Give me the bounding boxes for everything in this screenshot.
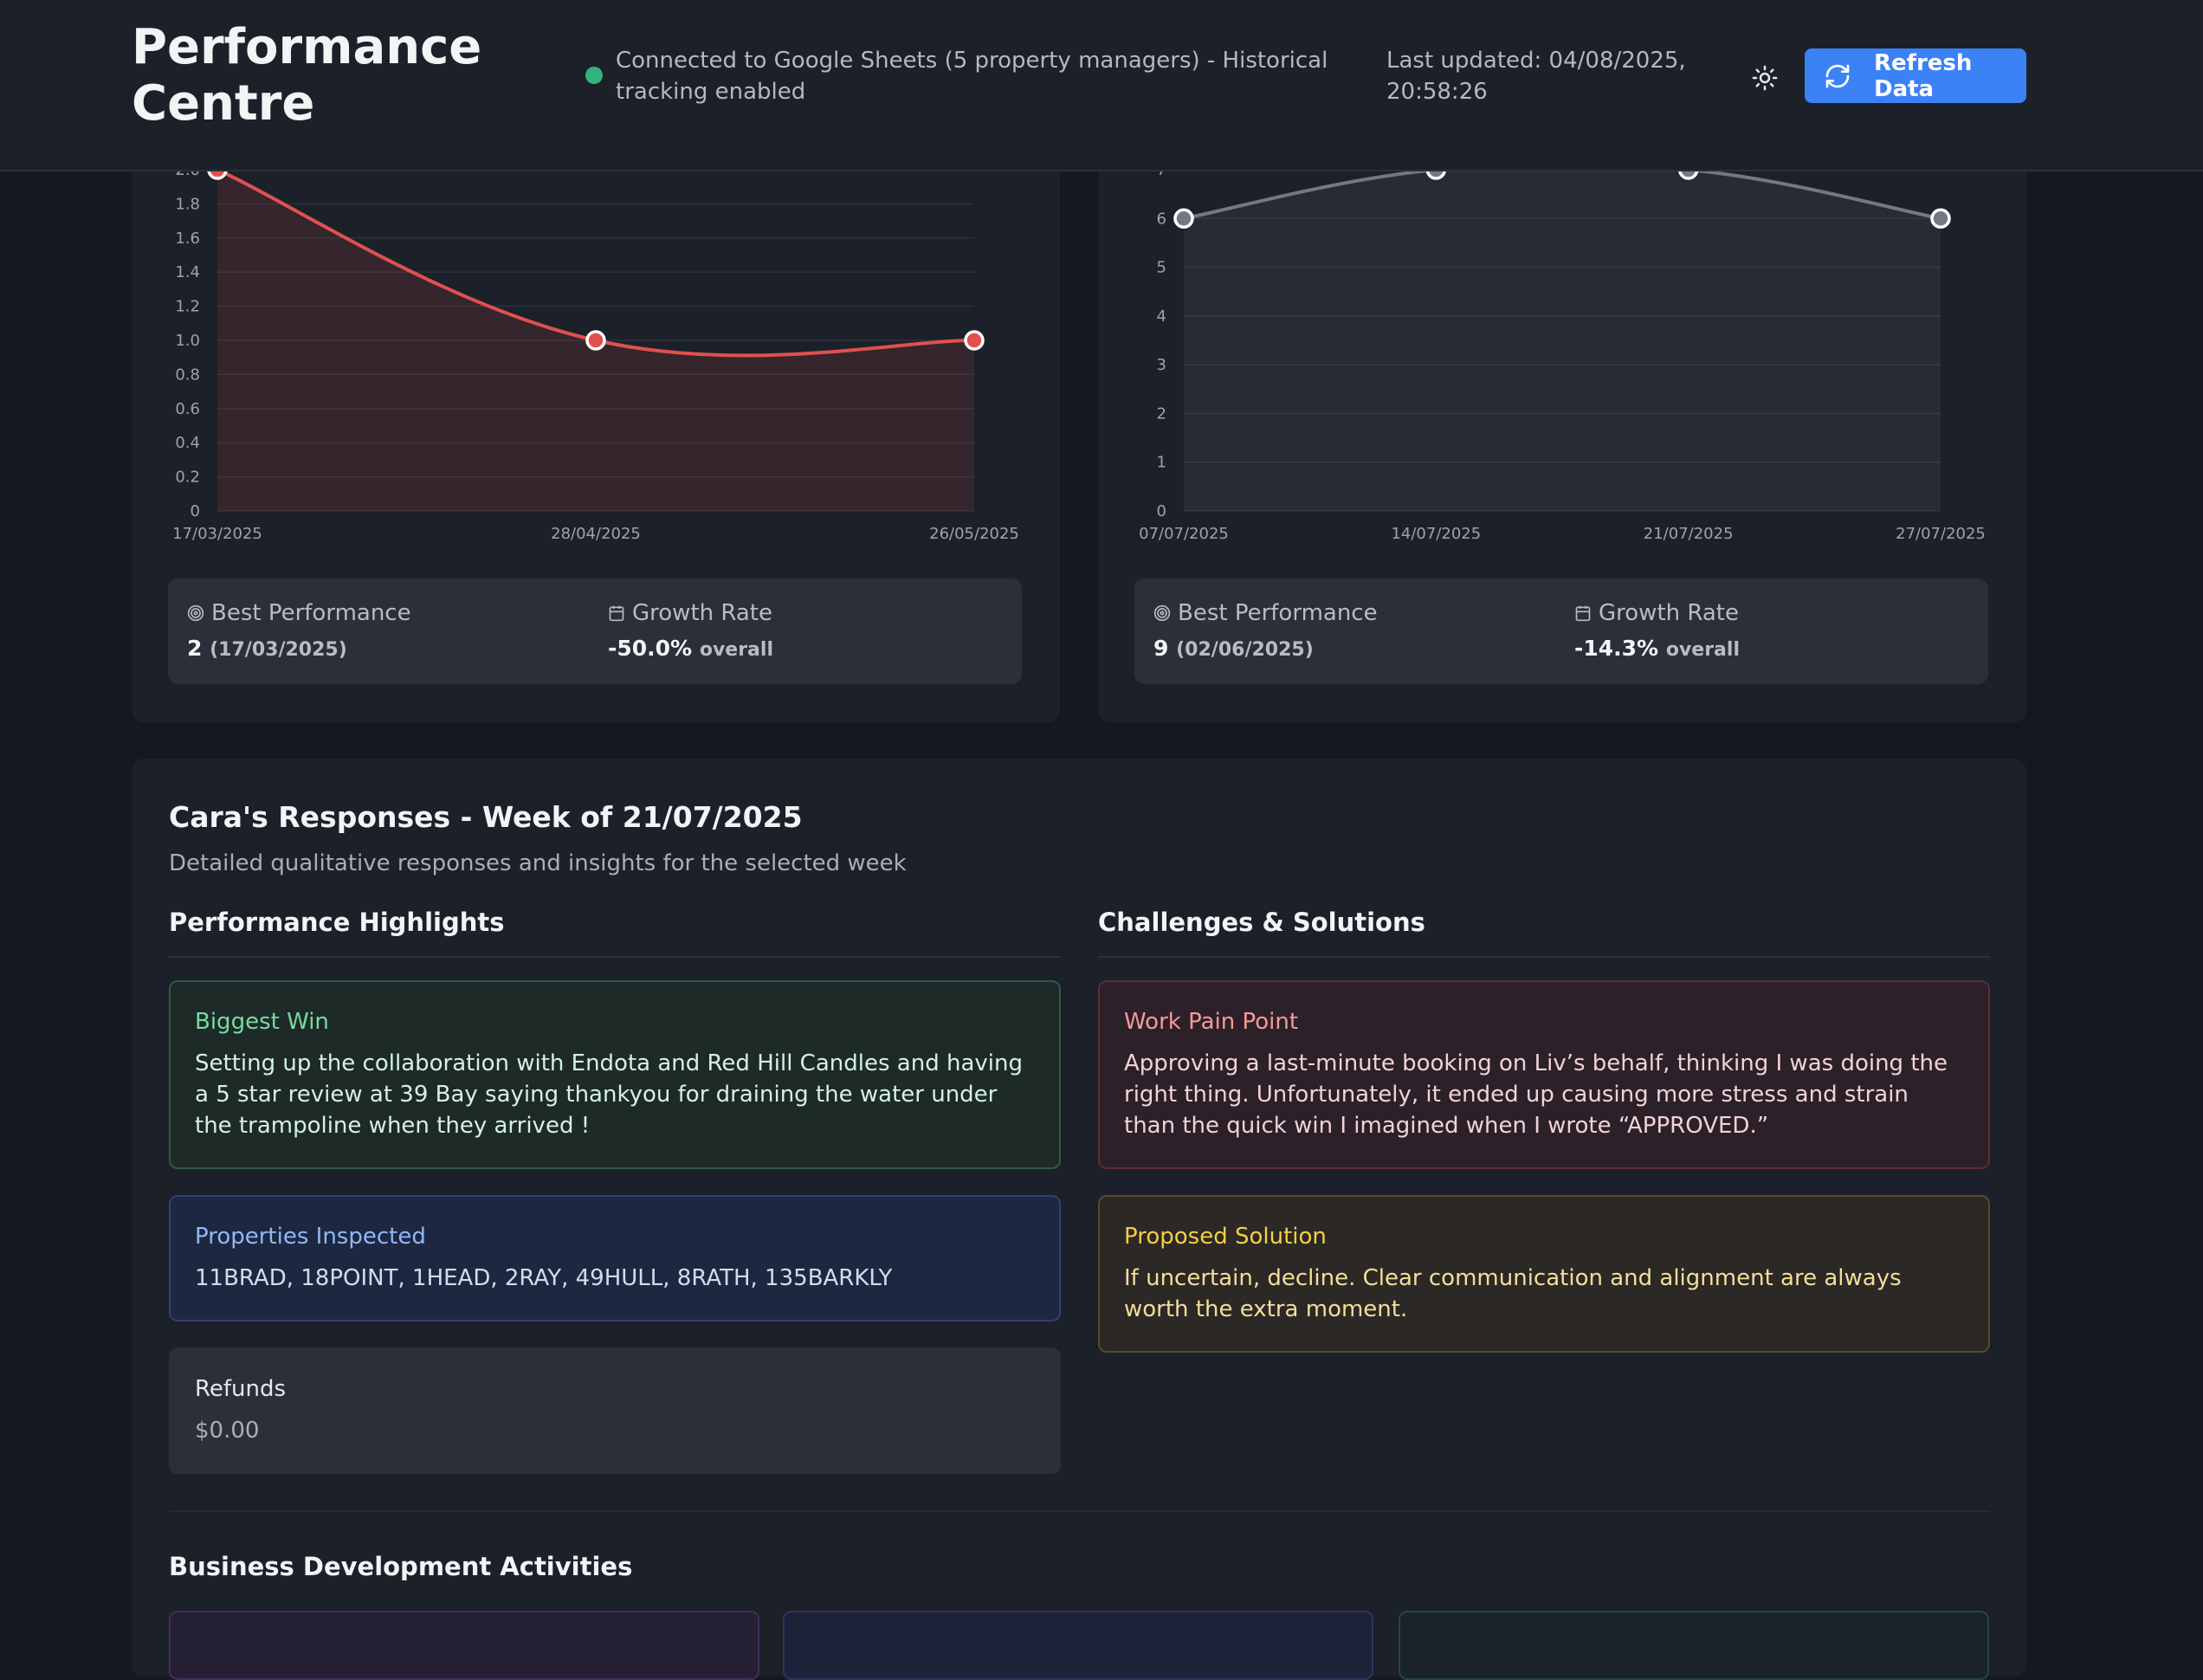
top-header: Performance Centre Connected to Google S… — [0, 0, 2203, 171]
x-tick-label: 21/07/2025 — [1644, 525, 1734, 543]
y-tick-label: 1 — [1157, 454, 1166, 472]
refresh-button-label: Refresh Data — [1874, 49, 1973, 102]
x-tick-label: 17/03/2025 — [172, 525, 262, 543]
refunds-box: Refunds $0.00 — [169, 1347, 1061, 1474]
growth-rate-label: Growth Rate — [1599, 600, 1739, 626]
sun-icon — [1752, 65, 1778, 91]
series-area — [1184, 162, 1941, 512]
refresh-data-button[interactable]: Refresh Data — [1805, 48, 2026, 103]
x-tick-label: 26/05/2025 — [929, 525, 1019, 543]
y-tick-label: 1.4 — [175, 263, 200, 281]
best-performance-label: Best Performance — [1178, 600, 1378, 626]
right-stats-panel: Best Performance 9 (02/06/2025) Growth R… — [1134, 578, 1988, 684]
refunds-title: Refunds — [195, 1376, 287, 1402]
properties-inspected-title: Properties Inspected — [195, 1224, 426, 1250]
connection-status-text: Connected to Google Sheets (5 property m… — [616, 48, 1328, 105]
business-development-heading: Business Development Activities — [169, 1552, 633, 1581]
data-point — [1173, 208, 1194, 229]
x-tick-label: 14/07/2025 — [1391, 525, 1481, 543]
y-tick-label: 1.2 — [175, 298, 200, 316]
best-performance-value: 9 — [1153, 636, 1169, 661]
data-point — [585, 330, 606, 351]
work-pain-point-box: Work Pain Point Approving a last-minute … — [1098, 980, 1990, 1169]
properties-inspected-box: Properties Inspected 11BRAD, 18POINT, 1H… — [169, 1195, 1061, 1321]
y-tick-label: 0.4 — [175, 434, 200, 452]
left-trend-chart: 00.20.40.60.81.01.21.41.61.82.017/03/202… — [172, 159, 1019, 543]
x-tick-label: 07/07/2025 — [1139, 525, 1229, 543]
target-icon — [1153, 604, 1171, 622]
proposed-solution-body: If uncertain, decline. Clear communicati… — [1124, 1265, 1902, 1322]
work-pain-point-body: Approving a last-minute booking on Liv’s… — [1124, 1050, 1948, 1139]
data-point — [1930, 208, 1951, 229]
y-tick-label: 0 — [1157, 502, 1166, 520]
best-performance-stat: Best Performance 2 (17/03/2025) — [187, 598, 411, 661]
best-performance-date: (17/03/2025) — [210, 639, 347, 661]
target-icon — [187, 604, 204, 622]
y-tick-label: 5 — [1157, 259, 1166, 277]
calendar-icon — [1575, 605, 1591, 622]
weekly-responses-card: Cara's Responses - Week of 21/07/2025 De… — [132, 759, 2026, 1680]
responses-title: Cara's Responses - Week of 21/07/2025 — [169, 800, 803, 834]
best-performance-label: Best Performance — [211, 600, 411, 626]
y-tick-label: 0 — [191, 502, 200, 520]
growth-rate-value: -50.0% — [608, 636, 693, 661]
biggest-win-title: Biggest Win — [195, 1009, 329, 1035]
y-tick-label: 2 — [1157, 404, 1166, 423]
best-performance-date: (02/06/2025) — [1176, 639, 1314, 661]
growth-rate-stat: Growth Rate -14.3% overall — [1574, 598, 1740, 661]
biggest-win-box: Biggest Win Setting up the collaboration… — [169, 980, 1061, 1169]
section-divider — [169, 1510, 1990, 1512]
responses-subtitle: Detailed qualitative responses and insig… — [169, 850, 907, 876]
refunds-value: $0.00 — [195, 1418, 260, 1444]
work-pain-point-title: Work Pain Point — [1124, 1009, 1299, 1035]
y-tick-label: 6 — [1157, 210, 1166, 228]
y-tick-label: 4 — [1157, 307, 1166, 326]
business-development-card — [783, 1611, 1373, 1680]
growth-rate-label: Growth Rate — [632, 600, 772, 626]
y-tick-label: 0.2 — [175, 468, 200, 487]
proposed-solution-box: Proposed Solution If uncertain, decline.… — [1098, 1195, 1990, 1353]
y-tick-label: 3 — [1157, 356, 1166, 374]
page-title: Performance Centre — [132, 19, 482, 132]
left-stats-panel: Best Performance 2 (17/03/2025) Growth R… — [168, 578, 1022, 684]
proposed-solution-title: Proposed Solution — [1124, 1224, 1327, 1250]
calendar-icon — [609, 605, 624, 622]
growth-rate-stat: Growth Rate -50.0% overall — [608, 598, 773, 661]
connection-status-dot — [585, 67, 603, 84]
last-updated-text: Last updated: 04/08/2025, 20:58:26 — [1386, 48, 1686, 105]
y-tick-label: 1.0 — [175, 332, 200, 350]
data-point — [964, 330, 985, 351]
theme-toggle-button[interactable] — [1746, 59, 1784, 97]
y-tick-label: 1.6 — [175, 229, 200, 248]
right-trend-chart: 0123456707/07/202514/07/202521/07/202527… — [1139, 159, 1986, 543]
business-development-card — [1399, 1611, 1989, 1680]
properties-inspected-body: 11BRAD, 18POINT, 1HEAD, 2RAY, 49HULL, 8R… — [195, 1265, 893, 1291]
growth-rate-value: -14.3% — [1574, 636, 1659, 661]
y-tick-label: 0.6 — [175, 400, 200, 418]
best-performance-stat: Best Performance 9 (02/06/2025) — [1153, 598, 1378, 661]
right-trend-chart-card: 0123456707/07/202514/07/202521/07/202527… — [1098, 130, 2026, 722]
challenges-solutions-heading: Challenges & Solutions — [1098, 908, 1990, 958]
y-tick-label: 1.8 — [175, 195, 200, 213]
x-tick-label: 28/04/2025 — [551, 525, 641, 543]
refresh-icon — [1824, 62, 1851, 90]
x-tick-label: 27/07/2025 — [1896, 525, 1986, 543]
growth-rate-suffix: overall — [1665, 639, 1740, 661]
business-development-card — [169, 1611, 759, 1680]
growth-rate-suffix: overall — [699, 639, 773, 661]
biggest-win-body: Setting up the collaboration with Endota… — [195, 1050, 1023, 1139]
left-trend-chart-card: 00.20.40.60.81.01.21.41.61.82.017/03/202… — [132, 130, 1060, 722]
y-tick-label: 0.8 — [175, 365, 200, 384]
best-performance-value: 2 — [187, 636, 203, 661]
performance-highlights-heading: Performance Highlights — [169, 908, 1061, 958]
